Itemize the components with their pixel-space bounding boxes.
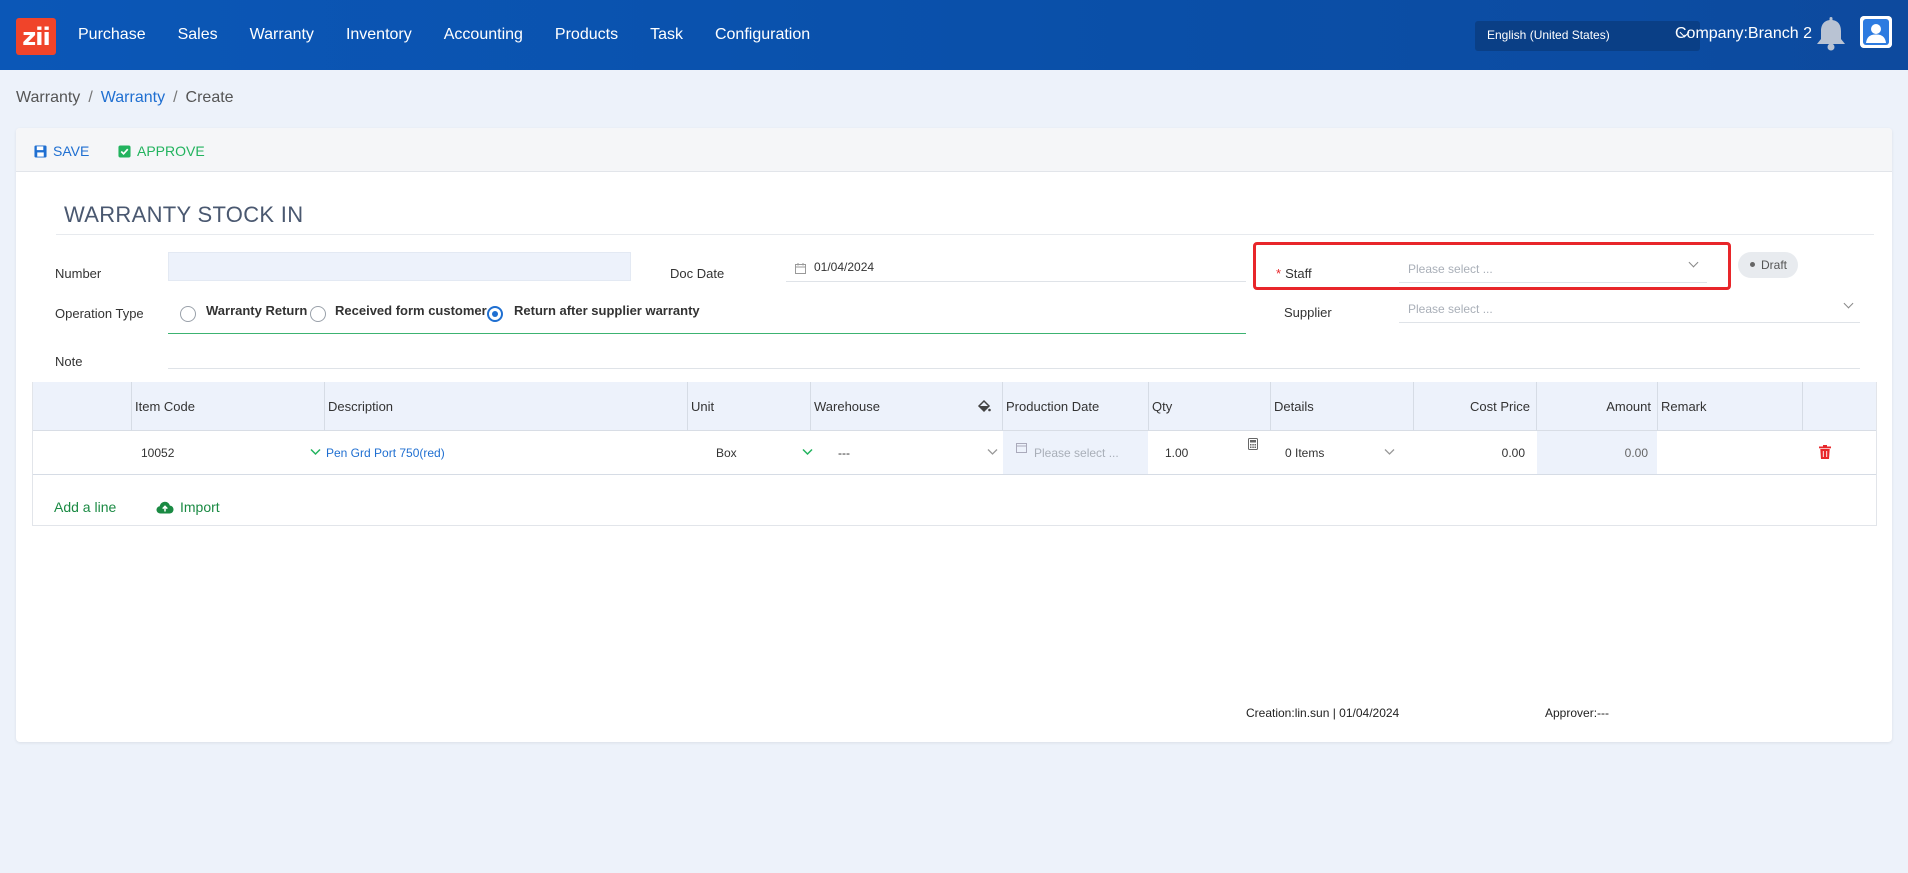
breadcrumb: Warranty / Warranty / Create [16, 89, 234, 107]
operation-type-underline [168, 333, 1246, 334]
cell-unit[interactable]: Box [716, 431, 737, 474]
approver-info: Approver:--- [1545, 706, 1610, 720]
user-icon[interactable] [1860, 16, 1892, 48]
checkbox-check-icon [118, 144, 131, 158]
required-mark: * [1276, 266, 1282, 281]
main-nav: Purchase Sales Warranty Inventory Accoun… [78, 0, 842, 70]
language-value: English (United States) [1487, 28, 1610, 42]
supplier-select[interactable]: Please select ... [1408, 302, 1493, 316]
cell-details[interactable]: 0 Items [1285, 431, 1324, 474]
warranty-form-card: SAVE APPROVE WARRANTY STOCK IN Number Do… [16, 128, 1892, 742]
table-border [32, 382, 33, 526]
number-label: Number [55, 266, 102, 281]
nav-task[interactable]: Task [650, 26, 683, 44]
status-badge: Draft [1738, 252, 1798, 278]
nav-configuration[interactable]: Configuration [715, 26, 810, 44]
save-button[interactable]: SAVE [34, 143, 89, 159]
radio-label-received-from-customer[interactable]: Received form customer [335, 303, 487, 318]
staff-label: * Staff [1276, 266, 1312, 281]
staff-select[interactable]: Please select ... [1408, 262, 1493, 276]
th-item-code: Item Code [135, 399, 195, 414]
bell-icon[interactable] [1814, 16, 1848, 52]
number-input[interactable] [168, 252, 631, 281]
breadcrumb-separator: / [88, 89, 93, 106]
table-border [32, 525, 1877, 526]
radio-return-after-supplier-warranty[interactable] [487, 306, 503, 322]
status-dot [1750, 262, 1755, 268]
creation-info: Creation:lin.sun | 01/04/2024 [1246, 706, 1400, 720]
nav-purchase[interactable]: Purchase [78, 26, 146, 44]
nav-accounting[interactable]: Accounting [444, 26, 523, 44]
cell-qty[interactable]: 1.00 [1165, 431, 1188, 474]
calendar-icon [795, 263, 806, 274]
chevron-down-icon[interactable] [802, 448, 813, 456]
cell-warehouse[interactable]: --- [838, 431, 850, 474]
table-row: 10052 Pen Grd Port 750(red) Box --- Plea… [32, 431, 1877, 475]
form-title: WARRANTY STOCK IN [64, 202, 304, 227]
th-details: Details [1274, 399, 1314, 414]
th-remark: Remark [1661, 399, 1707, 414]
radio-label-warranty-return[interactable]: Warranty Return [206, 303, 307, 318]
approve-label: APPROVE [137, 143, 205, 159]
th-cost-price: Cost Price [1470, 399, 1530, 414]
cell-cost-price[interactable]: 0.00 [1413, 431, 1525, 474]
add-line-button[interactable]: Add a line [54, 499, 116, 515]
table-border [1876, 382, 1877, 526]
operation-type-label: Operation Type [55, 306, 144, 321]
import-label: Import [180, 499, 220, 515]
status-text: Draft [1761, 258, 1788, 272]
cell-production-date[interactable]: Please select ... [1034, 431, 1119, 474]
form-toolbar: SAVE APPROVE [16, 128, 1892, 172]
cloud-upload-icon [156, 501, 174, 513]
breadcrumb-warranty-link[interactable]: Warranty [101, 89, 165, 106]
approve-button[interactable]: APPROVE [118, 143, 205, 159]
doc-date-underline [786, 281, 1246, 282]
title-divider [56, 234, 1874, 235]
radio-received-from-customer[interactable] [310, 306, 326, 322]
note-label: Note [55, 354, 83, 369]
th-amount: Amount [1606, 399, 1651, 414]
cell-amount: 0.00 [1624, 446, 1648, 460]
breadcrumb-current: Create [185, 89, 234, 106]
fill-bucket-icon[interactable] [977, 399, 991, 413]
lines-table-header: Item Code Description Unit Warehouse Pro… [32, 382, 1877, 431]
save-label: SAVE [53, 143, 90, 159]
chevron-down-icon[interactable] [1843, 298, 1854, 309]
supplier-label: Supplier [1284, 305, 1332, 320]
th-warehouse: Warehouse [814, 399, 880, 414]
nav-products[interactable]: Products [555, 26, 618, 44]
cell-description[interactable]: Pen Grd Port 750(red) [326, 431, 445, 474]
supplier-underline [1399, 322, 1860, 323]
radio-warranty-return[interactable] [180, 306, 196, 322]
company-label[interactable]: Company:Branch 2 [1675, 25, 1812, 43]
nav-sales[interactable]: Sales [178, 26, 218, 44]
chevron-down-icon[interactable] [310, 448, 321, 456]
th-description: Description [328, 399, 394, 414]
zii-logo[interactable]: zii [16, 18, 56, 55]
chevron-down-icon[interactable] [987, 448, 998, 456]
breadcrumb-separator: / [173, 89, 178, 106]
doc-date-input[interactable]: 01/04/2024 [814, 260, 874, 274]
th-qty: Qty [1152, 399, 1173, 414]
th-unit: Unit [691, 399, 715, 414]
note-input[interactable] [168, 368, 1860, 369]
breadcrumb-root[interactable]: Warranty [16, 89, 80, 106]
staff-label-text: Staff [1285, 266, 1312, 281]
doc-date-label: Doc Date [670, 266, 725, 281]
cell-item-code[interactable]: 10052 [141, 431, 174, 474]
chevron-down-icon[interactable] [1384, 448, 1395, 456]
column-divider [1802, 382, 1803, 431]
save-icon [34, 144, 47, 158]
nav-inventory[interactable]: Inventory [346, 26, 412, 44]
language-select[interactable]: English (United States) [1475, 21, 1700, 51]
import-button[interactable]: Import [156, 499, 220, 515]
radio-label-return-after-supplier-warranty[interactable]: Return after supplier warranty [514, 303, 700, 318]
nav-warranty[interactable]: Warranty [250, 26, 314, 44]
top-navigation-bar: zii Purchase Sales Warranty Inventory Ac… [0, 0, 1908, 70]
staff-underline [1399, 282, 1707, 283]
calculator-icon[interactable] [1248, 438, 1258, 450]
calendar-icon [1016, 443, 1027, 453]
th-production-date: Production Date [1006, 399, 1100, 414]
trash-icon[interactable] [1819, 445, 1831, 459]
